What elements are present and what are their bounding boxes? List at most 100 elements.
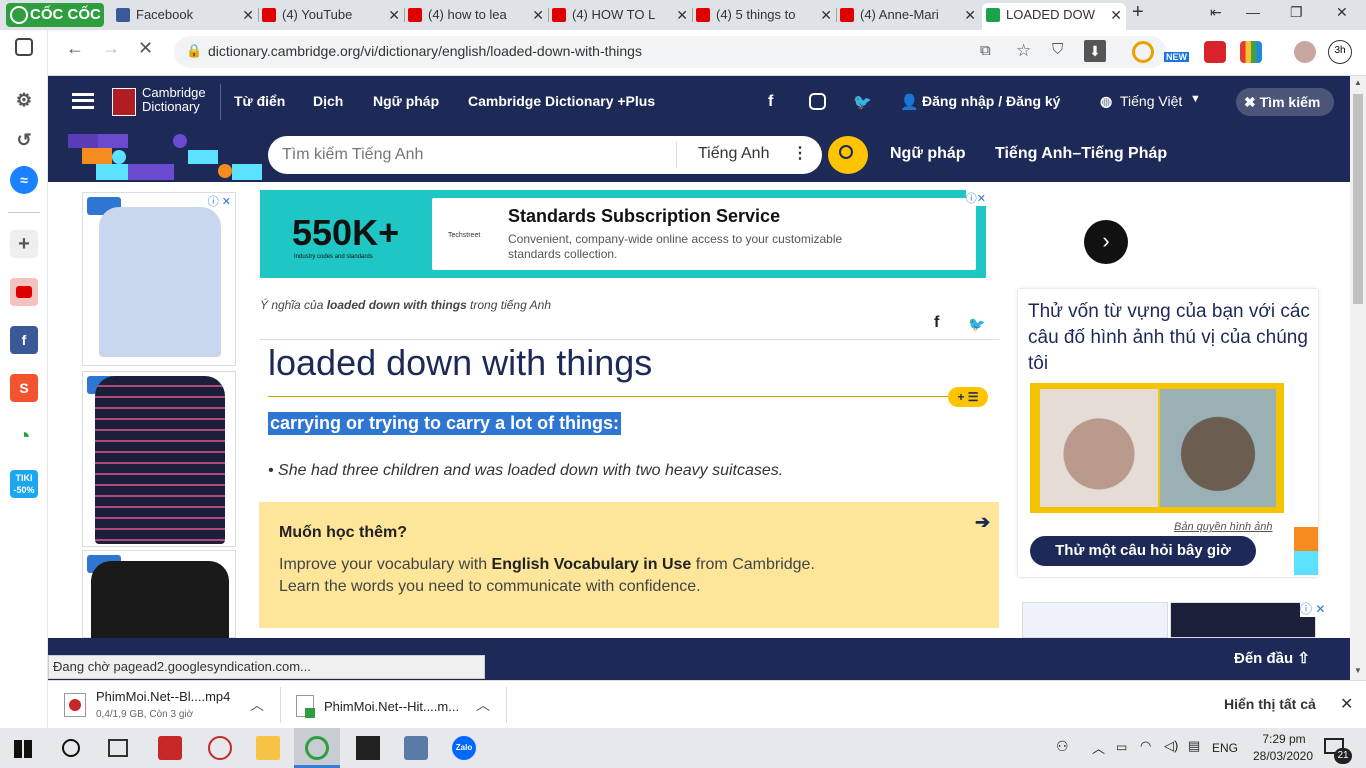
- extension-color-icon[interactable]: [1240, 41, 1262, 63]
- address-bar[interactable]: 🔒 dictionary.cambridge.org/vi/dictionary…: [174, 36, 1166, 68]
- volume-icon[interactable]: ◁): [1164, 738, 1178, 754]
- download-item[interactable]: PhimMoi.Net--Hit....m... ︿: [292, 687, 502, 723]
- more-vertical-icon[interactable]: ⋮: [792, 143, 808, 163]
- extension-red-icon[interactable]: [1204, 41, 1226, 63]
- task-view-icon[interactable]: [108, 739, 128, 757]
- app-icon[interactable]: [356, 736, 380, 760]
- search-language-selector[interactable]: Tiếng Anh: [698, 145, 769, 163]
- tab-facebook[interactable]: Facebook ✕: [112, 3, 258, 30]
- close-icon[interactable]: ✕: [820, 3, 832, 27]
- chevron-up-icon[interactable]: ︿: [476, 695, 490, 715]
- chrome-extension-icon[interactable]: [1132, 41, 1154, 63]
- close-icon[interactable]: ✕: [388, 3, 400, 27]
- shopee-icon[interactable]: S: [10, 374, 38, 402]
- coccoc-taskbar-button[interactable]: [294, 728, 340, 768]
- new-badge[interactable]: NEW: [1164, 52, 1189, 62]
- chevron-up-icon[interactable]: ︿: [1092, 738, 1105, 757]
- forward-icon[interactable]: →: [102, 38, 120, 59]
- image-credit-link[interactable]: Bản quyền hình ảnh: [1174, 521, 1272, 533]
- profile-avatar[interactable]: [1294, 41, 1316, 63]
- tab-how-to-learn[interactable]: (4) how to lea ✕: [404, 3, 548, 30]
- close-icon[interactable]: ✕: [1110, 3, 1122, 27]
- panel-icon[interactable]: [15, 38, 33, 56]
- people-icon[interactable]: ⚇: [1056, 738, 1069, 755]
- share-twitter-icon[interactable]: 🐦: [968, 316, 985, 333]
- ad-banner[interactable]: 550K+ Industry codes and standards Techs…: [260, 190, 1128, 278]
- shirt-ad-2[interactable]: [82, 371, 236, 547]
- search-input[interactable]: [282, 144, 662, 166]
- page-scrollbar[interactable]: ▲ ▼: [1350, 76, 1366, 680]
- menu-hamburger-icon[interactable]: [72, 93, 94, 109]
- tiki-icon[interactable]: TIKI -50%: [10, 470, 38, 498]
- settings-gear-icon[interactable]: ⚙: [10, 86, 38, 114]
- learn-more-box[interactable]: Muốn học thêm? ➔ Improve your vocabulary…: [259, 502, 999, 628]
- close-icon[interactable]: ✕: [676, 3, 688, 27]
- cambridge-logo[interactable]: Cambridge Dictionary: [142, 86, 206, 114]
- arrow-right-icon[interactable]: ➔: [975, 512, 990, 533]
- add-app-icon[interactable]: +: [10, 230, 38, 258]
- wifi-icon[interactable]: ◠: [1140, 738, 1151, 754]
- download-item[interactable]: PhimMoi.Net--Bl....mp4 0,4/1,9 GB, Còn 3…: [62, 687, 272, 723]
- quiz-image-frame[interactable]: [1030, 383, 1284, 513]
- tab-search-icon[interactable]: ⇤: [1210, 4, 1222, 21]
- app-icon[interactable]: [208, 736, 232, 760]
- keyboard-icon[interactable]: ▤: [1188, 738, 1200, 754]
- search-submit-button[interactable]: [828, 136, 868, 174]
- scroll-down-icon[interactable]: ▼: [1354, 666, 1362, 675]
- add-to-wordlist-button[interactable]: + ☰: [948, 387, 988, 407]
- shirt-ad-1[interactable]: ⓘ ✕: [82, 192, 236, 366]
- url-text[interactable]: dictionary.cambridge.org/vi/dictionary/e…: [208, 43, 642, 59]
- coccoc-brand-button[interactable]: CỐC CỐC: [6, 3, 104, 27]
- language-selector[interactable]: Tiếng Việt: [1120, 93, 1182, 109]
- facebook-icon[interactable]: f: [768, 93, 773, 111]
- close-icon[interactable]: ✕: [964, 3, 976, 27]
- battery-icon[interactable]: ▭: [1116, 740, 1127, 754]
- instagram-icon[interactable]: [809, 93, 826, 110]
- input-language[interactable]: ENG: [1212, 741, 1238, 755]
- ad-close-icon[interactable]: ⓘ✕: [965, 190, 986, 206]
- zalo-icon[interactable]: Zalo: [452, 736, 476, 760]
- translate-icon[interactable]: ⧉: [980, 42, 991, 59]
- tab-5-things[interactable]: (4) 5 things to ✕: [692, 3, 836, 30]
- show-all-downloads-button[interactable]: Hiển thị tất cả: [1224, 696, 1316, 712]
- chevron-right-icon[interactable]: ›: [1084, 220, 1128, 264]
- file-explorer-icon[interactable]: [256, 736, 280, 760]
- windows-start-icon[interactable]: [14, 740, 32, 758]
- chevron-up-icon[interactable]: ︿: [250, 695, 264, 715]
- bookmark-star-icon[interactable]: ☆: [1016, 41, 1031, 61]
- profile-timer-badge[interactable]: 3h: [1328, 40, 1352, 64]
- share-facebook-icon[interactable]: f: [934, 314, 939, 332]
- ad-close-icon[interactable]: ⓘ ✕: [208, 193, 231, 209]
- nav-grammar[interactable]: Ngữ pháp: [373, 93, 439, 109]
- scrollbar-thumb[interactable]: [1353, 94, 1363, 304]
- grammar-link[interactable]: Ngữ pháp: [890, 145, 966, 163]
- app-icon[interactable]: [158, 736, 182, 760]
- new-tab-icon[interactable]: +: [1132, 1, 1144, 24]
- quiz-start-button[interactable]: Thử một câu hỏi bây giờ: [1030, 536, 1256, 566]
- close-icon[interactable]: ✕: [1340, 694, 1353, 714]
- window-close-icon[interactable]: ✕: [1336, 4, 1348, 21]
- back-icon[interactable]: ←: [66, 38, 84, 59]
- download-icon[interactable]: ⬇: [1084, 40, 1106, 62]
- shield-icon[interactable]: ⛉: [1052, 41, 1063, 58]
- coccoc-icon[interactable]: ◔: [10, 422, 38, 450]
- messenger-icon[interactable]: ≈: [10, 166, 38, 194]
- history-icon[interactable]: ↺: [10, 126, 38, 154]
- search-icon[interactable]: [62, 739, 80, 757]
- shirt-ad-right-1[interactable]: [1022, 602, 1168, 638]
- shirt-ad-3[interactable]: [82, 550, 236, 639]
- twitter-icon[interactable]: 🐦: [853, 93, 872, 111]
- chevron-down-icon[interactable]: ▼: [1190, 93, 1201, 105]
- close-icon[interactable]: ✕: [532, 3, 544, 27]
- english-french-link[interactable]: Tiếng Anh–Tiếng Pháp: [995, 145, 1167, 163]
- tab-how-to-l[interactable]: (4) HOW TO L ✕: [548, 3, 692, 30]
- tab-anne-marie[interactable]: (4) Anne-Mari ✕: [836, 3, 980, 30]
- ad-close-icon[interactable]: ⓘ ✕: [1300, 600, 1326, 617]
- header-search-button[interactable]: ✖ Tìm kiếm: [1236, 88, 1334, 116]
- maximize-icon[interactable]: ❐: [1290, 4, 1303, 21]
- clock-time[interactable]: 7:29 pm: [1256, 732, 1312, 746]
- tab-youtube[interactable]: (4) YouTube ✕: [258, 3, 404, 30]
- nav-dictionary[interactable]: Từ điển: [234, 93, 285, 109]
- clock-date[interactable]: 28/03/2020: [1248, 749, 1318, 763]
- youtube-sidebar-icon[interactable]: [10, 278, 38, 306]
